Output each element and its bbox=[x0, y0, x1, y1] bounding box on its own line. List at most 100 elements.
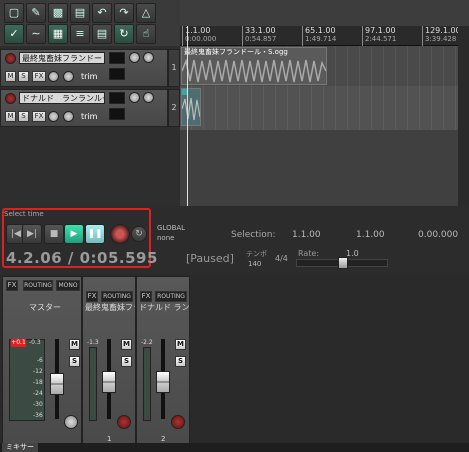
fx-button[interactable]: FX bbox=[32, 71, 46, 82]
track-meter bbox=[89, 347, 97, 421]
tempo-label: テンポ bbox=[246, 250, 267, 258]
global-automation-mode[interactable]: none bbox=[157, 234, 174, 242]
track-meter bbox=[109, 92, 125, 104]
peak-indicator[interactable]: +0.1 bbox=[11, 339, 26, 347]
new-project-icon[interactable]: ▢ bbox=[4, 3, 24, 23]
automation-icon[interactable] bbox=[63, 71, 74, 82]
ruler-bars: 1.1.00 bbox=[185, 26, 211, 35]
volume-knob[interactable] bbox=[129, 52, 140, 63]
grouping-icon[interactable]: ▤ bbox=[92, 24, 112, 44]
record-arm-icon[interactable] bbox=[171, 415, 185, 429]
peak-value[interactable]: -2.2 bbox=[141, 339, 153, 346]
save-project-icon[interactable]: ▩ bbox=[48, 3, 68, 23]
timeline-ruler[interactable]: 1.1.00 0:00.000 33.1.00 0:54.857 65.1.00… bbox=[180, 26, 461, 46]
routing-button[interactable]: ROUTING bbox=[155, 291, 187, 302]
fx-button[interactable]: FX bbox=[140, 291, 152, 302]
selection-length[interactable]: 0.00.000 bbox=[418, 230, 458, 240]
mute-button[interactable]: M bbox=[69, 339, 80, 350]
ripple-edit-icon[interactable]: ≡ bbox=[70, 24, 90, 44]
empty-lane-area[interactable] bbox=[180, 130, 458, 206]
peak-value[interactable]: -1.3 bbox=[87, 339, 99, 346]
strip-name: マスター bbox=[29, 303, 61, 312]
rate-slider-thumb[interactable] bbox=[338, 257, 348, 269]
mixer-tab[interactable]: ミキサー bbox=[2, 443, 38, 452]
rate-label: Rate: bbox=[298, 249, 320, 258]
volume-knob[interactable] bbox=[129, 92, 140, 103]
ruler-time: 3:39.428 bbox=[425, 35, 457, 43]
trim-label[interactable]: trim bbox=[81, 72, 97, 81]
record-arm-icon[interactable] bbox=[5, 53, 16, 64]
fx-button[interactable]: FX bbox=[32, 111, 46, 122]
tempo-value[interactable]: 140 bbox=[248, 260, 261, 268]
record-arm-icon[interactable] bbox=[117, 415, 131, 429]
media-item[interactable]: 最終鬼畜妹フランドール・S.ogg bbox=[181, 47, 327, 85]
play-status: [Paused] bbox=[186, 252, 234, 265]
playhead[interactable] bbox=[187, 26, 188, 206]
volume-fader[interactable] bbox=[50, 373, 64, 395]
track-name-input[interactable]: 最終鬼畜妹フランドー bbox=[19, 52, 105, 64]
pan-knob[interactable] bbox=[143, 52, 154, 63]
selection-start[interactable]: 1.1.00 bbox=[292, 230, 321, 240]
record-arm-icon[interactable] bbox=[5, 93, 16, 104]
pan-knob[interactable] bbox=[143, 92, 154, 103]
solo-button[interactable]: S bbox=[69, 356, 80, 367]
volume-fader[interactable] bbox=[156, 371, 170, 393]
open-project-icon[interactable]: ✎ bbox=[26, 3, 46, 23]
ruler-time: 0:54.857 bbox=[245, 35, 277, 43]
track-name-input[interactable]: ドナルド ランランルー bbox=[19, 92, 105, 104]
track-lane-2[interactable] bbox=[180, 86, 458, 130]
loop-icon[interactable]: ↻ bbox=[114, 24, 134, 44]
snap-grid-icon[interactable]: ▦ bbox=[48, 24, 68, 44]
envelope-icon[interactable]: ∼ bbox=[26, 24, 46, 44]
lock-icon[interactable]: ☝ bbox=[136, 24, 156, 44]
strip-name: ドナルド ランラ bbox=[139, 303, 189, 312]
trim-label[interactable]: trim bbox=[81, 112, 97, 121]
auto-crossfade-icon[interactable]: ✓ bbox=[4, 24, 24, 44]
solo-button[interactable]: S bbox=[18, 71, 29, 82]
time-signature[interactable]: 4/4 bbox=[275, 254, 288, 263]
mute-button[interactable]: M bbox=[121, 339, 132, 350]
solo-button[interactable]: S bbox=[18, 111, 29, 122]
solo-button[interactable]: S bbox=[121, 356, 132, 367]
phase-icon[interactable] bbox=[48, 111, 59, 122]
ruler-time: 1:49.714 bbox=[305, 35, 337, 43]
ruler-time: 2:44.571 bbox=[365, 35, 397, 43]
solo-button[interactable]: S bbox=[175, 356, 186, 367]
ruler-bars: 129.1.00 bbox=[425, 26, 461, 35]
io-button[interactable] bbox=[109, 108, 125, 120]
time-display: 4.2.06 / 0:05.595 bbox=[6, 249, 158, 267]
strip-number: 2 bbox=[161, 435, 166, 443]
track-2-header[interactable]: ドナルド ランランルー M S FX trim bbox=[0, 89, 168, 127]
mixer-strip-track-2: FX ROUTING ドナルド ランラ -2.2 M S 2 bbox=[136, 276, 190, 444]
volume-fader[interactable] bbox=[102, 371, 116, 393]
selection-end[interactable]: 1.1.00 bbox=[356, 230, 385, 240]
redo-icon[interactable]: ↷ bbox=[114, 3, 134, 23]
metronome-icon[interactable]: △ bbox=[136, 3, 156, 23]
undo-icon[interactable]: ↶ bbox=[92, 3, 112, 23]
mute-button[interactable]: M bbox=[175, 339, 186, 350]
fx-button[interactable]: FX bbox=[86, 291, 98, 302]
fx-button[interactable]: FX bbox=[6, 280, 18, 291]
automation-icon[interactable] bbox=[63, 111, 74, 122]
mono-button[interactable]: MONO bbox=[56, 280, 80, 291]
settings-gear-icon[interactable] bbox=[64, 415, 78, 429]
track-number: 1 bbox=[168, 49, 180, 87]
media-item[interactable] bbox=[181, 88, 201, 126]
vertical-scrollbar[interactable] bbox=[458, 26, 469, 212]
ruler-mark: 129.1.00 3:39.428 bbox=[422, 26, 461, 46]
routing-button[interactable]: ROUTING bbox=[23, 280, 53, 291]
track-meter bbox=[143, 347, 151, 421]
routing-button[interactable]: ROUTING bbox=[101, 291, 133, 302]
ruler-bars: 97.1.00 bbox=[365, 26, 396, 35]
mute-button[interactable]: M bbox=[5, 71, 16, 82]
project-settings-icon[interactable]: ▤ bbox=[70, 3, 90, 23]
io-button[interactable] bbox=[109, 68, 125, 80]
waveform bbox=[182, 58, 326, 83]
phase-icon[interactable] bbox=[48, 71, 59, 82]
media-item-title: 最終鬼畜妹フランドール・S.ogg bbox=[184, 48, 288, 56]
track-meter bbox=[109, 52, 125, 64]
mute-button[interactable]: M bbox=[5, 111, 16, 122]
track-number: 2 bbox=[168, 89, 180, 127]
global-automation-label[interactable]: GLOBAL bbox=[157, 224, 185, 232]
track-1-header[interactable]: 最終鬼畜妹フランドー M S FX trim bbox=[0, 49, 168, 87]
